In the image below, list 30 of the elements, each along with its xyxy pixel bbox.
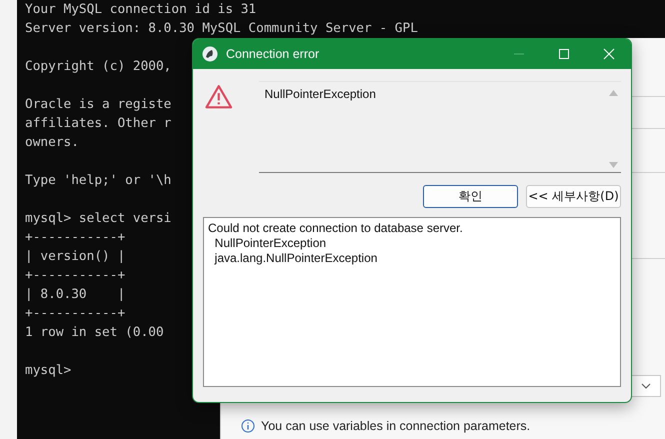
terminal-line: Your MySQL connection id is 31: [25, 1, 256, 19]
details-line: Could not create connection to database server.: [208, 221, 464, 236]
maximize-icon: [558, 48, 570, 60]
dropdown-field[interactable]: [631, 375, 661, 397]
chevron-down-icon: [641, 383, 651, 389]
dialog-button[interactable]: 확인: [423, 185, 518, 208]
terminal-line: 1 row in set (0.00: [25, 324, 164, 342]
terminal-line: +-----------+: [25, 267, 126, 285]
terminal-line: | version() |: [25, 248, 126, 266]
terminal-line: Type 'help;' or '\h: [25, 172, 172, 190]
terminal-line: Copyright (c) 2000,: [25, 58, 172, 76]
terminal-line: Oracle is a registe: [25, 96, 172, 114]
warning-icon: [205, 84, 232, 109]
details-line: NullPointerException: [214, 236, 328, 251]
close-icon: [602, 48, 614, 60]
window-title: Connection error: [226, 47, 320, 61]
info-text: You can use variables in connection parameters.: [261, 419, 530, 433]
terminal-line: mysql> select versi: [25, 210, 172, 228]
terminal-line: +-----------+: [25, 229, 126, 247]
terminal-line: Server version: 8.0.30 MySQL Community Server - GPL: [25, 20, 418, 38]
terminal-line: +-----------+: [25, 305, 126, 323]
error-message: NullPointerException: [264, 86, 377, 103]
terminal-line: affiliates. Other r: [25, 115, 172, 133]
terminal-line: mysql>: [25, 362, 72, 380]
dialog-button[interactable]: << 세부사항(D): [526, 185, 621, 208]
terminal-line: | 8.0.30 |: [25, 286, 126, 304]
terminal-line: owners.: [25, 134, 79, 152]
app-icon: [202, 46, 218, 62]
info-icon: [241, 419, 255, 433]
details-line: java.lang.NullPointerException: [213, 251, 378, 266]
